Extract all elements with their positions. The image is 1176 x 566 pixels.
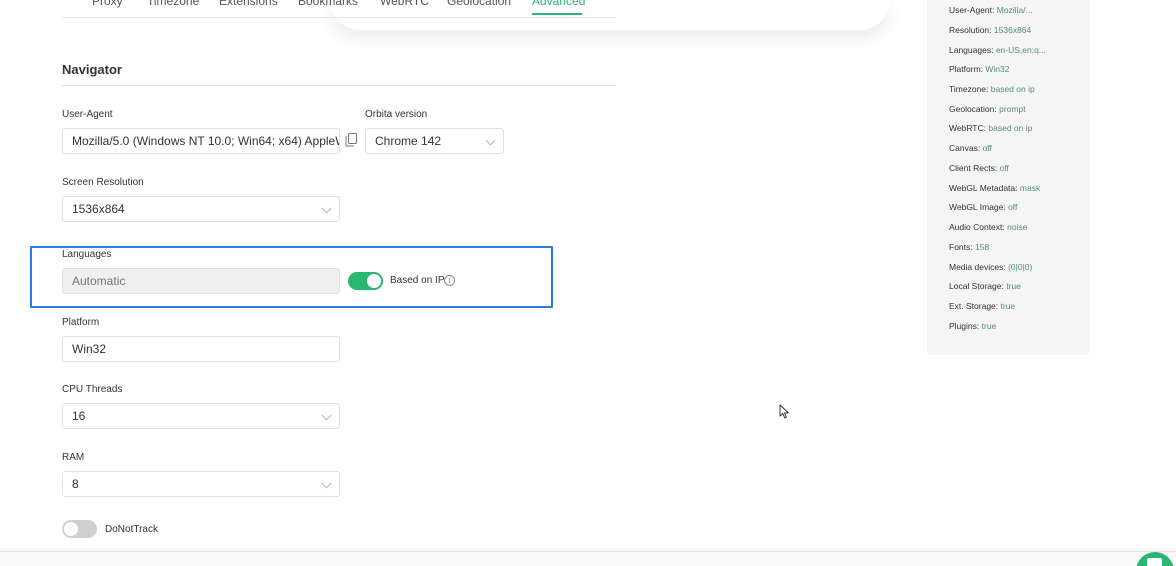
summary-row: Languages: en-US,en;q... bbox=[949, 45, 1046, 55]
mouse-cursor-icon bbox=[779, 404, 789, 419]
platform-value: Win32 bbox=[72, 342, 107, 356]
orbita-version-label: Orbita version bbox=[365, 109, 428, 120]
summary-row: WebGL Metadata: mask bbox=[949, 183, 1041, 193]
chat-icon bbox=[1147, 558, 1162, 566]
platform-label: Platform bbox=[62, 317, 100, 328]
cpu-threads-value: 16 bbox=[72, 409, 86, 423]
do-not-track-label: DoNotTrack bbox=[105, 524, 158, 535]
summary-row: Resolution: 1536x864 bbox=[949, 25, 1032, 35]
info-icon[interactable]: i bbox=[444, 275, 455, 286]
summary-row: WebGL Image: off bbox=[949, 202, 1018, 212]
summary-row: Canvas: off bbox=[949, 143, 992, 153]
orbita-version-select[interactable]: Chrome 142 bbox=[365, 128, 504, 154]
summary-row: Plugins: true bbox=[949, 321, 997, 331]
section-title-navigator: Navigator bbox=[62, 62, 122, 77]
toggle-knob bbox=[367, 274, 381, 288]
summary-row: Media devices: (0|0|0) bbox=[949, 262, 1033, 272]
summary-row: Local Storage: true bbox=[949, 281, 1021, 291]
ram-select[interactable]: 8 bbox=[62, 471, 340, 497]
summary-row: Geolocation: prompt bbox=[949, 104, 1026, 114]
summary-row: WebRTC: based on ip bbox=[949, 123, 1033, 133]
user-agent-value: Mozilla/5.0 (Windows NT 10.0; Win64; x64… bbox=[72, 134, 339, 148]
tab-timezone[interactable]: Timezone bbox=[147, 0, 199, 8]
toggle-knob bbox=[64, 522, 78, 536]
summary-row: Platform: Win32 bbox=[949, 64, 1010, 74]
tab-advanced[interactable]: Advanced bbox=[532, 0, 585, 8]
cpu-threads-label: CPU Threads bbox=[62, 384, 123, 395]
cpu-threads-select[interactable]: 16 bbox=[62, 403, 340, 429]
summary-row: Client Rects: off bbox=[949, 163, 1009, 173]
tab-webrtc[interactable]: WebRTC bbox=[380, 0, 429, 8]
languages-based-on-ip-toggle[interactable] bbox=[348, 272, 383, 290]
summary-row: Audio Context: noise bbox=[949, 222, 1028, 232]
chevron-down-icon bbox=[485, 135, 496, 146]
profile-summary-panel: User-Agent: Mozilla/... Resolution: 1536… bbox=[927, 0, 1090, 355]
based-on-ip-label: Based on IP bbox=[390, 275, 445, 286]
tab-geolocation[interactable]: Geolocation bbox=[447, 0, 511, 8]
tab-bookmarks[interactable]: Bookmarks bbox=[298, 0, 358, 8]
chevron-down-icon bbox=[321, 410, 332, 421]
ram-value: 8 bbox=[72, 477, 79, 491]
tab-extensions[interactable]: Extensions bbox=[219, 0, 278, 8]
languages-input[interactable] bbox=[62, 268, 340, 294]
active-tab-indicator bbox=[532, 13, 582, 15]
bottom-bar bbox=[0, 551, 1176, 566]
user-agent-label: User-Agent bbox=[62, 109, 113, 120]
chevron-down-icon bbox=[321, 203, 332, 214]
platform-input[interactable]: Win32 bbox=[62, 336, 340, 362]
do-not-track-toggle[interactable] bbox=[62, 520, 97, 538]
chevron-down-icon bbox=[321, 478, 332, 489]
copy-icon[interactable] bbox=[345, 133, 357, 147]
summary-row: User-Agent: Mozilla/... bbox=[949, 5, 1033, 15]
screen-resolution-value: 1536x864 bbox=[72, 202, 125, 216]
screen-resolution-select[interactable]: 1536x864 bbox=[62, 196, 340, 222]
screen-resolution-label: Screen Resolution bbox=[62, 177, 144, 188]
tab-proxy[interactable]: Proxy bbox=[92, 0, 123, 8]
summary-row: Fonts: 158 bbox=[949, 242, 990, 252]
section-divider bbox=[62, 85, 616, 86]
languages-label: Languages bbox=[62, 249, 112, 260]
orbita-version-value: Chrome 142 bbox=[375, 134, 442, 148]
settings-tabs: Proxy Timezone Extensions Bookmarks WebR… bbox=[62, 0, 616, 18]
summary-row: Ext. Storage: true bbox=[949, 301, 1016, 311]
ram-label: RAM bbox=[62, 452, 85, 463]
user-agent-input[interactable]: Mozilla/5.0 (Windows NT 10.0; Win64; x64… bbox=[62, 128, 340, 154]
summary-row: Timezone: based on ip bbox=[949, 84, 1035, 94]
